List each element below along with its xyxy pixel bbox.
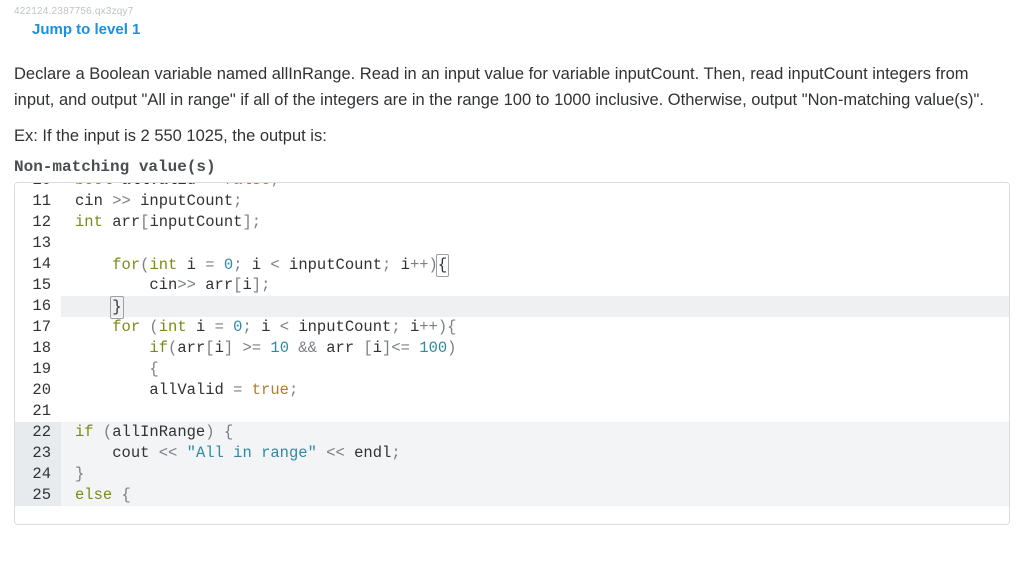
code-content[interactable]: cin>> arr[i]; (61, 275, 1009, 296)
line-number: 12 (15, 212, 61, 233)
line-number: 13 (15, 233, 61, 254)
code-line[interactable]: 21 (15, 401, 1009, 422)
code-content[interactable]: for (int i = 0; i < inputCount; i++){ (61, 317, 1009, 338)
line-number: 23 (15, 443, 61, 464)
line-number: 11 (15, 191, 61, 212)
line-number: 19 (15, 359, 61, 380)
code-editor[interactable]: 10bool allValid = false;11cin >> inputCo… (14, 182, 1010, 525)
code-content[interactable]: if (allInRange) { (61, 422, 1009, 443)
code-content[interactable]: cout << "All in range" << endl; (61, 443, 1009, 464)
code-line[interactable]: 16 } (15, 296, 1009, 317)
code-content[interactable]: if(arr[i] >= 10 && arr [i]<= 100) (61, 338, 1009, 359)
code-content[interactable]: { (61, 359, 1009, 380)
code-content[interactable]: cin >> inputCount; (61, 191, 1009, 212)
problem-prompt: Declare a Boolean variable named allInRa… (14, 62, 1010, 113)
code-content[interactable]: } (61, 296, 1009, 317)
line-number: 20 (15, 380, 61, 401)
code-line[interactable]: 23 cout << "All in range" << endl; (15, 443, 1009, 464)
code-content[interactable]: for(int i = 0; i < inputCount; i++){ (61, 254, 1009, 275)
line-number: 24 (15, 464, 61, 485)
code-line[interactable]: 22if (allInRange) { (15, 422, 1009, 443)
code-line[interactable]: 18 if(arr[i] >= 10 && arr [i]<= 100) (15, 338, 1009, 359)
code-line[interactable]: 11cin >> inputCount; (15, 191, 1009, 212)
code-content[interactable]: int arr[inputCount]; (61, 212, 1009, 233)
example-intro: Ex: If the input is 2 550 1025, the outp… (14, 127, 1010, 146)
example-output: Non-matching value(s) (14, 156, 1010, 182)
line-number: 21 (15, 401, 61, 422)
code-content[interactable]: } (61, 464, 1009, 485)
code-line[interactable]: 25else { (15, 485, 1009, 506)
meta-id: 422124.2387756.qx3zqy7 (14, 6, 1010, 17)
code-line[interactable]: 10bool allValid = false; (15, 182, 1009, 191)
line-number: 16 (15, 296, 61, 317)
line-number: 10 (15, 182, 61, 191)
code-content[interactable]: bool allValid = false; (61, 182, 1009, 191)
code-line[interactable]: 14 for(int i = 0; i < inputCount; i++){ (15, 254, 1009, 275)
jump-to-level-link[interactable]: Jump to level 1 (32, 21, 140, 38)
code-content[interactable] (61, 401, 1009, 422)
code-line[interactable]: 13 (15, 233, 1009, 254)
code-line[interactable]: 19 { (15, 359, 1009, 380)
code-line[interactable]: 20 allValid = true; (15, 380, 1009, 401)
line-number: 15 (15, 275, 61, 296)
code-content[interactable]: allValid = true; (61, 380, 1009, 401)
line-number: 17 (15, 317, 61, 338)
code-content[interactable] (61, 233, 1009, 254)
line-number: 22 (15, 422, 61, 443)
code-line[interactable]: 24} (15, 464, 1009, 485)
line-number: 18 (15, 338, 61, 359)
code-line[interactable]: 12int arr[inputCount]; (15, 212, 1009, 233)
line-number: 14 (15, 254, 61, 275)
code-line[interactable]: 17 for (int i = 0; i < inputCount; i++){ (15, 317, 1009, 338)
code-content[interactable]: else { (61, 485, 1009, 506)
code-line[interactable]: 15 cin>> arr[i]; (15, 275, 1009, 296)
line-number: 25 (15, 485, 61, 506)
